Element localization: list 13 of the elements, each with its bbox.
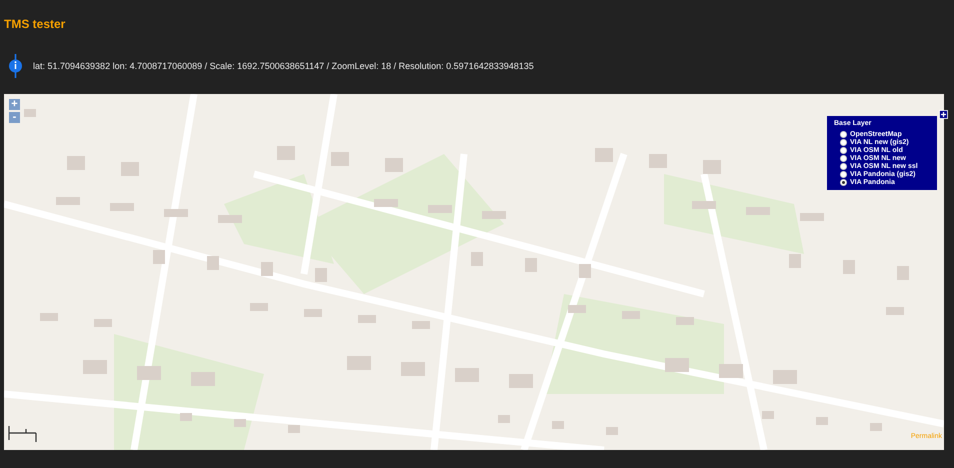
expand-icon[interactable] xyxy=(939,110,948,119)
scale-bar-icon xyxy=(8,424,38,444)
info-icon xyxy=(9,54,22,78)
radio-icon[interactable] xyxy=(840,147,847,154)
coordinates-text: lat: 51.7094639382 lon: 4.7008717060089 / Scale: 1692.7500638651147 / ZoomLevel: 18 / Resolution: 0.5971642833948135 xyxy=(33,61,534,71)
street-map-drawing[interactable] xyxy=(4,94,944,450)
radio-icon[interactable] xyxy=(840,139,847,146)
radio-icon[interactable] xyxy=(840,171,847,178)
radio-icon[interactable] xyxy=(840,163,847,170)
radio-icon[interactable] xyxy=(840,131,847,138)
radio-icon[interactable] xyxy=(840,179,847,186)
radio-icon[interactable] xyxy=(840,155,847,162)
page-title: TMS tester xyxy=(4,17,66,31)
